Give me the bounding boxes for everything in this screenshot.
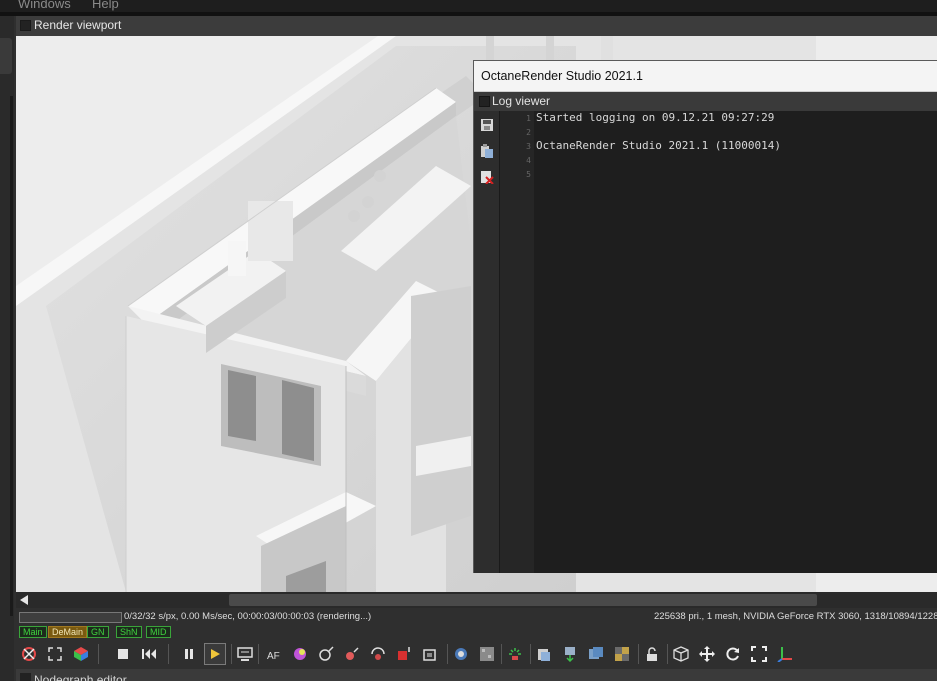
clear-log-icon[interactable] [480,169,494,185]
panel-checkbox[interactable] [20,673,31,681]
dialog-title: OctaneRender Studio 2021.1 [481,69,643,83]
scale-icon[interactable] [748,643,770,665]
mode-main[interactable]: Main [19,626,47,638]
mode-demain[interactable]: DeMain [48,626,88,638]
nodegraph-editor-title: Nodegraph editor [34,673,127,681]
dialog-titlebar[interactable]: OctaneRender Studio 2021.1 [474,61,937,92]
color-icon[interactable] [289,643,311,665]
panel-checkbox[interactable] [479,96,490,107]
log-tools [474,111,500,573]
export-icon[interactable] [533,643,555,665]
stop-icon[interactable] [112,643,134,665]
display-settings-icon[interactable] [234,643,256,665]
material-picker-icon[interactable] [315,643,337,665]
log-text-area[interactable]: Started logging on 09.12.21 09:27:29 Oct… [534,111,937,573]
render-viewport-title: Render viewport [34,18,122,32]
toolbar-separator [667,644,668,664]
toolbar-separator [447,644,448,664]
gizmo-icon[interactable] [774,643,796,665]
svg-text:AF: AF [267,651,280,662]
mode-gn[interactable]: GN [87,626,109,638]
copy-log-icon[interactable] [480,143,494,158]
dock-rail [10,96,13,616]
clipboard-icon[interactable] [504,643,526,665]
line-number: 4 [526,156,531,165]
panel-checkbox[interactable] [20,20,31,31]
unlock-icon[interactable] [641,643,663,665]
move-icon[interactable] [696,643,718,665]
crop-icon[interactable] [393,643,415,665]
left-dock-strip [0,16,14,681]
octane-dialog: OctaneRender Studio 2021.1 Log viewer 1 … [473,60,937,573]
save-log-icon[interactable] [480,117,494,131]
start-icon[interactable] [204,643,226,665]
recenter-view-icon[interactable] [18,643,40,665]
mode-shn[interactable]: ShN [116,626,142,638]
denoise-icon[interactable] [476,643,498,665]
fit-view-icon[interactable] [44,643,66,665]
octane-app-window: Windows Help Render viewport OctaneRende… [0,0,937,681]
render-progress-bar [19,612,122,623]
line-number-gutter: 1 2 3 4 5 [500,111,534,573]
toolbar-separator [530,644,531,664]
focus-icon[interactable] [419,643,441,665]
menu-bar: Windows Help [0,0,937,12]
render-status-bar: 0/32/32 s/px, 0.00 Ms/sec, 00:00:03/00:0… [16,609,937,625]
restart-icon[interactable] [138,643,160,665]
toolbar-separator [501,644,502,664]
checker-icon[interactable] [585,643,607,665]
line-number: 1 [526,114,531,123]
ai-light-icon[interactable]: AF [263,643,285,665]
line-number: 2 [526,128,531,137]
dock-handle[interactable] [0,38,12,74]
nodegraph-editor-header: Nodegraph editor [16,669,937,681]
scene-stats: 225638 pri., 1 mesh, NVIDIA GeForce RTX … [654,611,937,622]
render-stats: 0/32/32 s/px, 0.00 Ms/sec, 00:00:03/00:0… [124,611,372,622]
toolbar-separator [98,644,99,664]
mode-mid[interactable]: MID [146,626,171,638]
pause-icon[interactable] [178,643,200,665]
render-toolbar: AF [16,640,937,668]
viewport-scrollbar[interactable] [16,592,937,608]
scroll-left-icon[interactable] [20,595,28,605]
log-viewer-header: Log viewer [474,92,937,111]
toolbar-separator [168,644,169,664]
line-number: 5 [526,170,531,179]
toolbar-separator [258,644,259,664]
log-line: Started logging on 09.12.21 09:27:29 [536,111,775,124]
menu-windows[interactable]: Windows [18,0,71,11]
render-viewport-header: Render viewport [16,16,937,36]
rotate-icon[interactable] [722,643,744,665]
light-picker-icon[interactable] [341,643,363,665]
scroll-thumb[interactable] [229,594,817,606]
object-mode-icon[interactable] [670,643,692,665]
lock-icon[interactable] [611,643,633,665]
toolbar-separator [638,644,639,664]
menu-help[interactable]: Help [92,0,119,11]
render-cube-icon[interactable] [70,643,92,665]
log-viewer-title: Log viewer [492,94,551,108]
log-line: OctaneRender Studio 2021.1 (11000014) [536,139,782,152]
toolbar-separator [231,644,232,664]
region-icon[interactable] [367,643,389,665]
render-passes-icon[interactable] [559,643,581,665]
film-region-icon[interactable] [450,643,472,665]
line-number: 3 [526,142,531,151]
